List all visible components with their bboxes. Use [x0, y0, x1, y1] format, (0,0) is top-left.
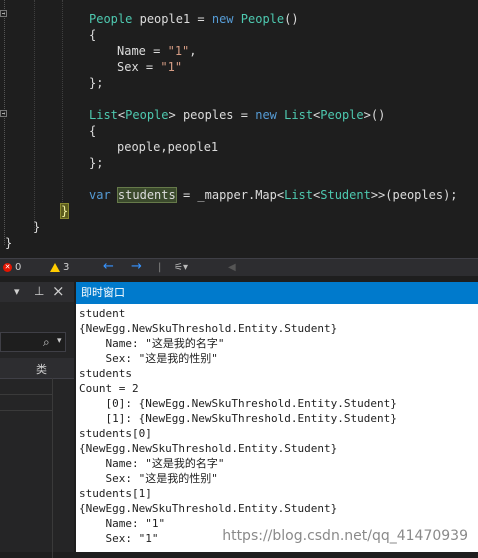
- output-line: {NewEgg.NewSkuThreshold.Entity.Student}: [79, 442, 338, 455]
- code-line: {: [89, 28, 97, 42]
- search-options-icon[interactable]: ▾: [57, 336, 62, 346]
- output-line: student: [79, 307, 126, 320]
- code-line: };: [89, 156, 104, 170]
- column-divider: [52, 378, 53, 558]
- column-header-label: 类: [36, 363, 47, 376]
- pin-icon[interactable]: ⊥: [34, 284, 44, 298]
- highlighted-variable[interactable]: students: [116, 187, 177, 203]
- search-icon[interactable]: ⌕: [43, 335, 50, 350]
- output-line: Sex: "这是我的性别": [79, 352, 218, 365]
- warning-count[interactable]: 3: [50, 260, 69, 275]
- output-line: students: [79, 367, 132, 380]
- code-line: List<People> peoples = new List<People>(…: [89, 108, 386, 122]
- warning-icon: [50, 262, 60, 272]
- editor-gutter: [0, 0, 12, 258]
- immediate-window-output[interactable]: student {NewEgg.NewSkuThreshold.Entity.S…: [79, 306, 475, 546]
- output-line: [1]: {NewEgg.NewSkuThreshold.Entity.Stud…: [79, 412, 397, 425]
- code-line: }: [5, 236, 13, 250]
- list-item[interactable]: [0, 394, 52, 411]
- indent-guide: [34, 0, 35, 230]
- gutter-line: [4, 0, 5, 245]
- error-count[interactable]: ✕ 0: [3, 260, 21, 275]
- watermark: https://blog.csdn.net/qq_41470939: [222, 528, 468, 544]
- code-line: };: [89, 76, 104, 90]
- fold-toggle-icon[interactable]: [0, 110, 7, 117]
- close-icon[interactable]: ×: [52, 282, 65, 300]
- output-line: Name: "这是我的名字": [79, 337, 225, 350]
- code-line: Name = "1",: [117, 44, 197, 58]
- forward-arrow-icon[interactable]: →: [131, 259, 142, 274]
- output-line: Sex: "这是我的性别": [79, 472, 218, 485]
- dropdown-icon[interactable]: ▾: [14, 285, 20, 298]
- code-line: people,people1: [117, 140, 219, 154]
- immediate-window[interactable]: 即时窗口 student {NewEgg.NewSkuThreshold.Ent…: [76, 282, 478, 552]
- list-item[interactable]: [0, 378, 52, 395]
- output-line: Count = 2: [79, 382, 139, 395]
- indent-guide: [62, 0, 63, 210]
- code-line: Sex = "1": [117, 60, 183, 74]
- column-header[interactable]: 类: [0, 358, 74, 379]
- search-box[interactable]: ⌕ ▾: [0, 332, 66, 352]
- pane-header: ▾ ⊥ ×: [0, 282, 74, 302]
- code-line: var students = _mapper.Map<List<Student>…: [89, 187, 458, 203]
- error-navigation-bar: ✕ 0 3 ← → | ⚟▾ ◀: [0, 258, 478, 276]
- output-line: students[1]: [79, 487, 152, 500]
- scroll-left-icon[interactable]: ◀: [228, 260, 236, 275]
- code-editor[interactable]: People people1 = new People() { Name = "…: [0, 0, 478, 258]
- code-line: }: [33, 220, 41, 234]
- output-line: [0]: {NewEgg.NewSkuThreshold.Entity.Stud…: [79, 397, 397, 410]
- output-line: {NewEgg.NewSkuThreshold.Entity.Student}: [79, 502, 338, 515]
- toolbar-separator: |: [158, 262, 162, 273]
- filter-dropdown-icon[interactable]: ⚟▾: [174, 260, 188, 275]
- left-tool-pane: ▾ ⊥ × ⌕ ▾ 类: [0, 282, 74, 558]
- code-line: People people1 = new People(): [89, 12, 299, 26]
- code-line: {: [89, 124, 97, 138]
- back-arrow-icon[interactable]: ←: [103, 259, 114, 274]
- output-line: {NewEgg.NewSkuThreshold.Entity.Student}: [79, 322, 338, 335]
- current-statement-brace: }: [59, 203, 70, 219]
- error-icon: ✕: [3, 262, 12, 272]
- code-line: }: [59, 203, 70, 219]
- immediate-window-title: 即时窗口: [76, 282, 478, 304]
- output-line: students[0]: [79, 427, 152, 440]
- fold-toggle-icon[interactable]: [0, 10, 7, 17]
- output-line: Name: "这是我的名字": [79, 457, 225, 470]
